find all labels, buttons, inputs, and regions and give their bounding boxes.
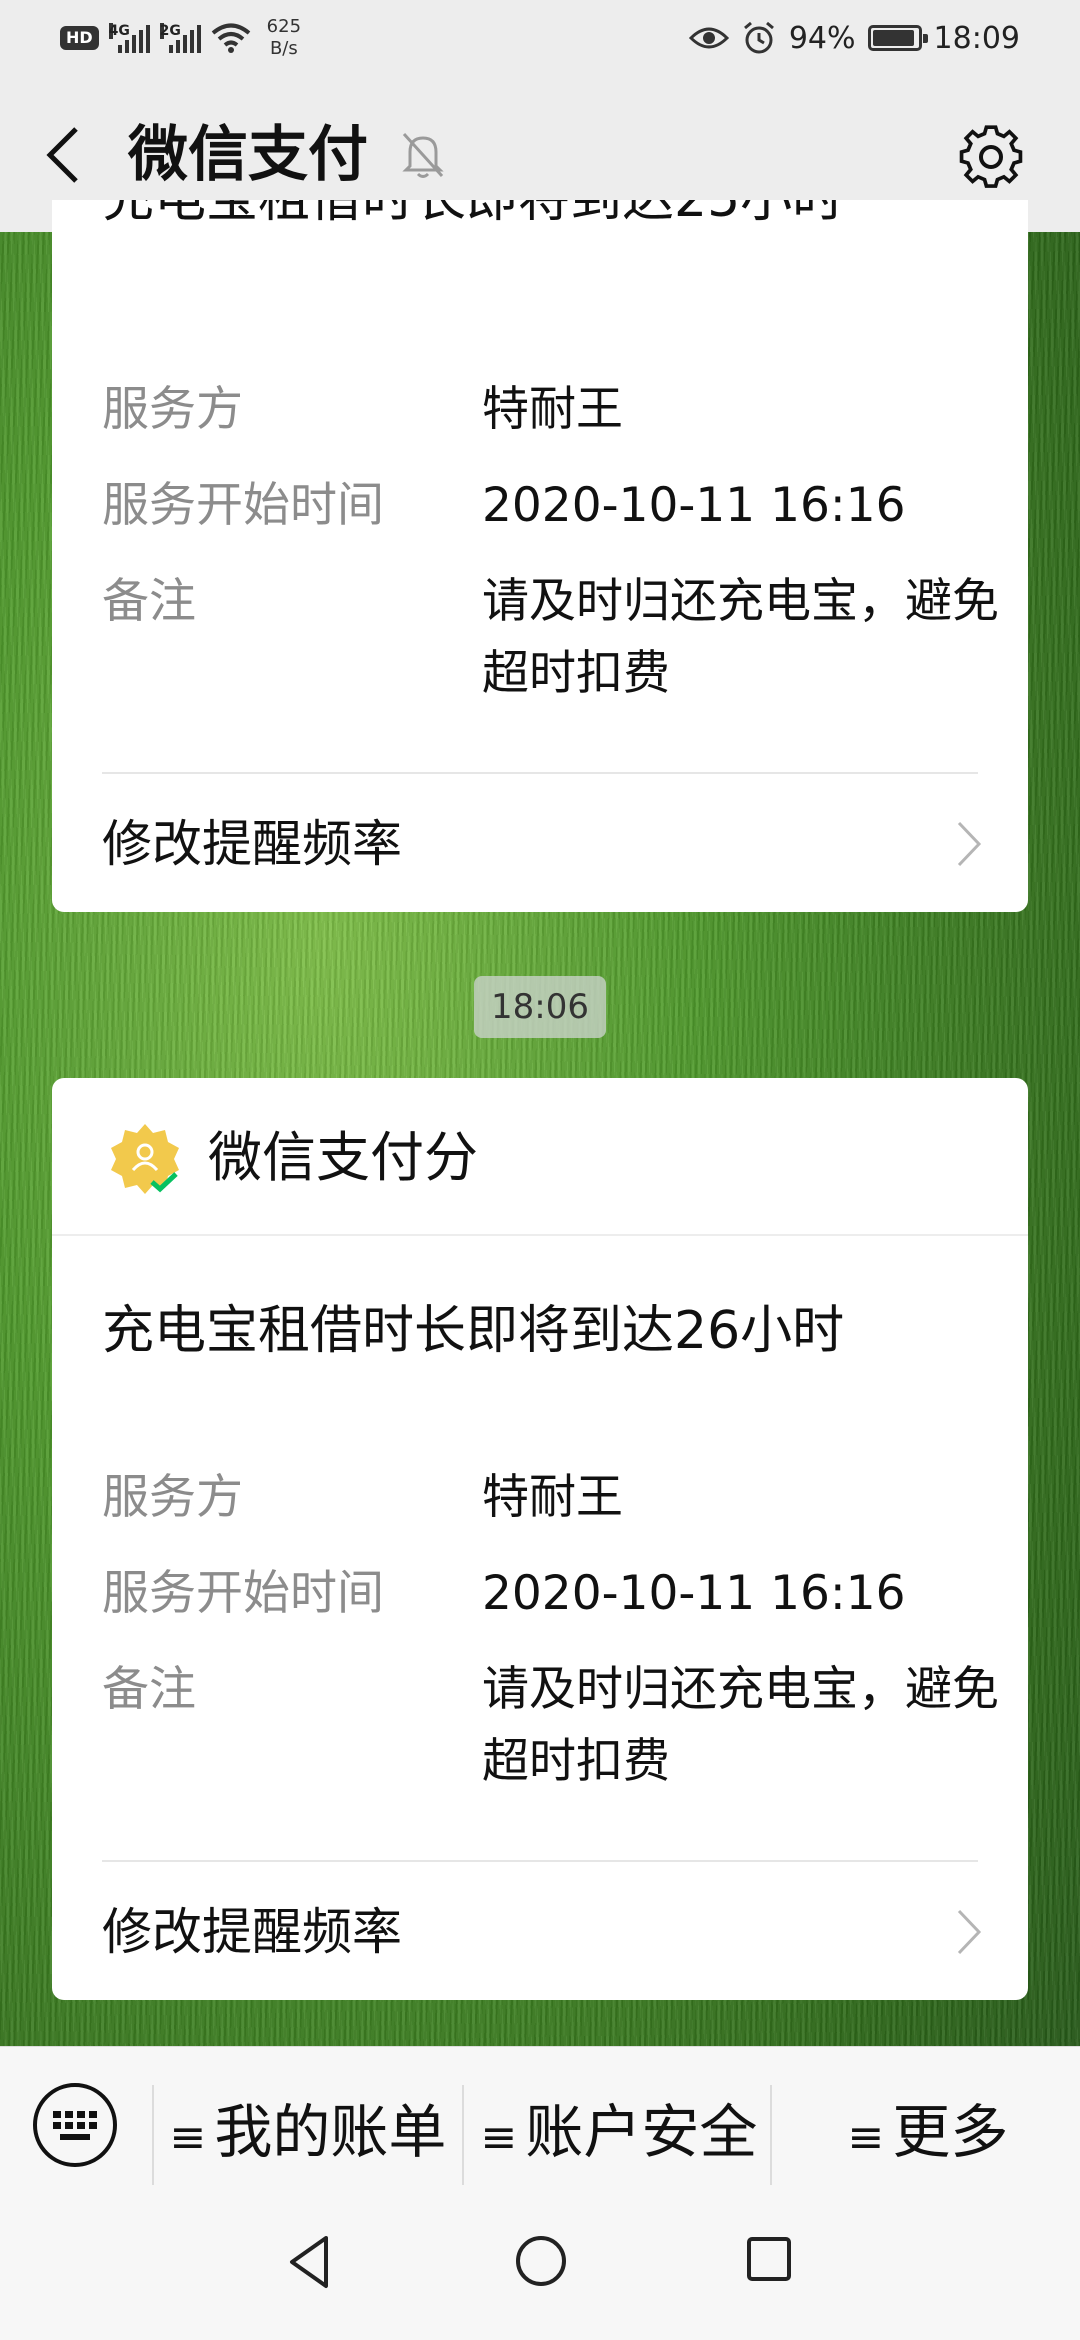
modify-reminder-row[interactable]: 修改提醒频率 [52,1872,1028,1992]
hd-badge: HD [60,26,99,50]
bottom-menu-bar: ≡ 我的账单 ≡ 账户安全 ≡ 更多 [0,2046,1080,2196]
sim1-label: 4G [108,23,130,39]
menu-separator [770,2085,772,2185]
row-value-start-time: 2020-10-11 16:16 [482,478,906,533]
chevron-right-icon [957,821,982,867]
chevron-right-icon [957,1909,982,1955]
modify-reminder-label: 修改提醒频率 [102,1903,402,1961]
row-label-provider: 服务方 [102,1470,243,1525]
menu-label: 账户安全 [525,2098,758,2166]
alarm-icon [743,21,774,54]
menu-list-icon: ≡ [847,2112,885,2163]
signal-icon-2: 2G [159,23,201,53]
battery-icon [867,25,928,51]
menu-label: 我的账单 [214,2098,447,2166]
row-label-note: 备注 [102,1662,196,1717]
row-label-start-time: 服务开始时间 [102,1566,384,1621]
row-label-start-time: 服务开始时间 [102,478,384,533]
eye-icon [688,27,729,49]
notification-card-2: 微信支付分 充电宝租借时长即将到达26小时 服务方 特耐王 服务开始时间 202… [52,1078,1028,2000]
keyboard-toggle-icon[interactable] [30,2080,120,2170]
row-value-provider: 特耐王 [482,382,623,437]
nav-back-icon[interactable] [284,2232,334,2292]
signal-icon: 4G [108,23,150,53]
mute-bell-icon [402,132,444,178]
menu-list-icon: ≡ [169,2112,207,2163]
row-value-provider: 特耐王 [482,1470,623,1525]
system-nav-bar [0,2196,1080,2340]
menu-separator [462,2085,464,2185]
message-timestamp: 18:06 [474,976,606,1038]
net-speed-unit: B/s [269,38,298,59]
net-speed-value: 625 [266,16,302,37]
modify-reminder-label: 修改提醒频率 [102,815,402,873]
status-left: HD 4G 2G 625 B/s [60,16,301,60]
menu-account-security[interactable]: ≡ 账户安全 [466,2087,772,2177]
card-header[interactable]: 微信支付分 [52,1078,1028,1236]
row-label-note: 备注 [102,574,196,629]
divider [102,1860,978,1862]
app-name: 微信支付分 [208,1126,478,1189]
wechat-pay-score-icon [111,1124,179,1194]
menu-separator [152,2085,154,2185]
modify-reminder-row[interactable]: 修改提醒频率 [52,784,1028,904]
row-value-note: 请及时归还充电宝，避免超时扣费 [482,1662,999,1789]
card-title: 充电宝租借时长即将到达25小时 [102,200,844,232]
row-value-start-time: 2020-10-11 16:16 [482,1566,906,1621]
row-value-note: 请及时归还充电宝，避免超时扣费 [482,574,999,701]
page-title: 微信支付 [128,120,368,190]
notification-card-1: 充电宝租借时长即将到达25小时 服务方 特耐王 服务开始时间 2020-10-1… [52,200,1028,912]
wifi-icon [211,23,250,53]
row-label-provider: 服务方 [102,382,243,437]
sim2-label: 2G [159,23,181,39]
divider [102,772,978,774]
menu-label: 更多 [892,2098,1009,2166]
net-speed: 625 B/s [267,16,301,60]
status-right: 94% 18:09 [688,20,1020,56]
back-arrow-icon[interactable] [40,123,90,187]
menu-my-bills[interactable]: ≡ 我的账单 [158,2087,458,2177]
clock: 18:09 [933,20,1020,56]
menu-more[interactable]: ≡ 更多 [776,2087,1080,2177]
status-bar: HD 4G 2G 625 B/s 94% 18:09 [0,0,1080,78]
card-title: 充电宝租借时长即将到达26小时 [102,1301,845,1361]
battery-percent: 94% [788,20,856,56]
nav-recent-apps-icon[interactable] [746,2236,792,2282]
menu-list-icon: ≡ [480,2112,518,2163]
gear-icon[interactable] [956,122,1026,192]
nav-home-icon[interactable] [514,2234,568,2288]
